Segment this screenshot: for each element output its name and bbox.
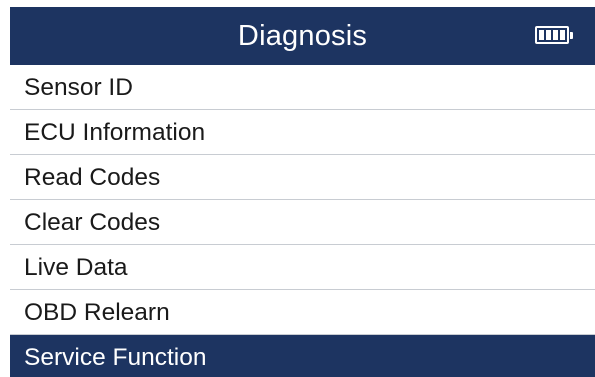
menu-item-service-function[interactable]: Service Function bbox=[10, 335, 595, 377]
header-bar: Diagnosis bbox=[10, 7, 595, 65]
page-title: Diagnosis bbox=[237, 20, 368, 52]
menu-item-read-codes[interactable]: Read Codes bbox=[10, 155, 595, 200]
menu-item-ecu-information[interactable]: ECU Information bbox=[10, 110, 595, 155]
battery-bar bbox=[546, 30, 551, 40]
menu-item-clear-codes[interactable]: Clear Codes bbox=[10, 200, 595, 245]
battery-bar bbox=[553, 30, 558, 40]
battery-bar bbox=[560, 30, 565, 40]
menu-item-obd-relearn[interactable]: OBD Relearn bbox=[10, 290, 595, 335]
diagnosis-menu: Sensor ID ECU Information Read Codes Cle… bbox=[10, 65, 595, 377]
diagnosis-screen: Diagnosis Sensor ID ECU Information Read… bbox=[10, 7, 595, 377]
menu-item-sensor-id[interactable]: Sensor ID bbox=[10, 65, 595, 110]
battery-icon bbox=[535, 26, 573, 44]
menu-item-live-data[interactable]: Live Data bbox=[10, 245, 595, 290]
battery-bar bbox=[539, 30, 544, 40]
